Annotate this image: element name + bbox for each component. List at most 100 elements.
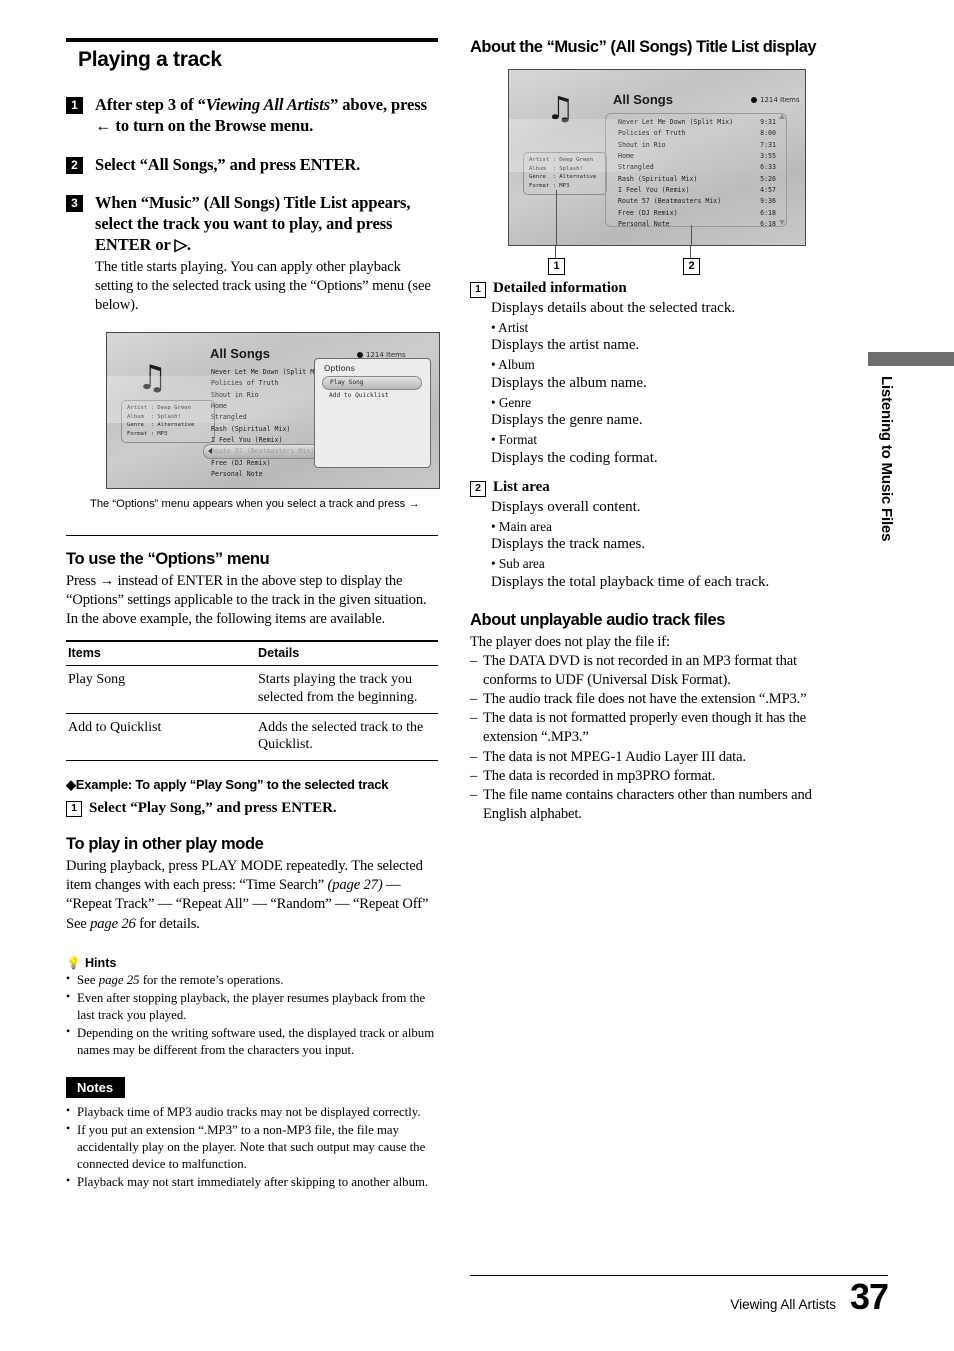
figure2-items-badge: 1214 Items: [751, 96, 800, 104]
legend-line: • Sub area: [491, 556, 545, 572]
list-item[interactable]: Free (DJ Remix) 6:18: [618, 208, 776, 219]
list-item[interactable]: Personal Note: [211, 469, 403, 480]
list-item[interactable]: Personal Note 6:18: [618, 219, 776, 230]
step-1-part-a: After step 3 of “: [95, 95, 206, 114]
callout-leader-2: [691, 225, 692, 245]
callout-leader-1-ext: [555, 246, 556, 258]
play-mode-body: During playback, press PLAY MODE repeate…: [66, 857, 438, 934]
callout-leader-1: [556, 190, 557, 245]
example-step-1: 1 Select “Play Song,” and press ENTER.: [66, 800, 438, 817]
legend-line: • Genre: [491, 394, 532, 410]
figure-all-songs-list: ♫ All Songs 1214 Items Artist : Deep Gre…: [508, 69, 806, 246]
list-item: The data is not MPEG-1 Audio Layer III d…: [470, 748, 848, 767]
list-item: The data is not formatted properly even …: [470, 709, 848, 747]
unplayable-section: About unplayable audio track files The p…: [470, 611, 848, 824]
page-number: 37: [849, 1275, 889, 1317]
figure2-track-list: Never Let Me Down (Split Mix) 9:31 Polici…: [618, 117, 776, 230]
legend-line: Displays the album name.: [491, 374, 647, 391]
legend-line: • Format: [491, 432, 538, 448]
track-name: I Feel You (Remix): [618, 185, 690, 194]
track-name: Policies of Truth: [618, 129, 686, 138]
side-tab-label: Listening to Music Files: [878, 376, 895, 542]
track-name: Rash (Spiritual Mix): [618, 174, 698, 183]
step-1-body: After step 3 of “Viewing All Artists” ab…: [95, 94, 438, 137]
step-2-body: Select “All Songs,” and press ENTER.: [95, 154, 438, 175]
track-time: 6:18: [760, 208, 776, 217]
items-dot-icon: [751, 97, 757, 103]
options-intro-a: Press: [66, 572, 100, 589]
legend-detailed-information: 1 Detailed information Displays details …: [470, 280, 848, 469]
table-row: Play Song Starts playing the track you s…: [66, 665, 438, 714]
title-rule: [66, 38, 438, 42]
right-column: About the “Music” (All Songs) Title List…: [470, 38, 848, 824]
track-name: Home: [618, 151, 634, 160]
figure1-title: All Songs: [210, 346, 270, 362]
legend-1-lines: Displays details about the selected trac…: [491, 299, 848, 469]
track-time: 4:57: [760, 185, 776, 194]
legend-number-2: 2: [470, 480, 486, 497]
play-mode-heading: To play in other play mode: [66, 834, 264, 853]
example-heading: ◆Example: To apply “Play Song” to the se…: [66, 776, 389, 792]
legend-1-head: 1 Detailed information: [470, 280, 848, 298]
list-item[interactable]: Shout in Rio 7:31: [618, 140, 776, 151]
hint-page-ref: page 25: [98, 972, 140, 987]
example-step-number: 1: [66, 800, 82, 817]
notes-list: Playback time of MP3 audio tracks may no…: [66, 1103, 438, 1191]
step-2-text: Select “All Songs,” and press ENTER.: [95, 154, 361, 174]
list-item[interactable]: Strangled 6:33: [618, 162, 776, 173]
list-item: The data is recorded in mp3PRO format.: [470, 767, 848, 786]
footer-row: Viewing All Artists 37: [470, 1275, 889, 1317]
options-menu-intro: Press → instead of ENTER in the above st…: [66, 572, 438, 630]
list-item[interactable]: Policies of Truth 8:00: [618, 128, 776, 139]
list-item: The DATA DVD is not recorded in an MP3 f…: [470, 652, 848, 690]
selection-caret-icon: [208, 448, 212, 455]
music-note-icon: ♫: [546, 89, 575, 127]
options-table: Items Details Play Song Starts playing t…: [66, 640, 438, 761]
track-name: Personal Note: [211, 469, 263, 478]
scroll-up-icon[interactable]: [779, 114, 785, 119]
list-item[interactable]: Home 3:55: [618, 151, 776, 162]
chapter-side-tab: Listening to Music Files: [868, 352, 954, 541]
options-item-add-quicklist[interactable]: Add to Quicklist: [315, 390, 430, 402]
track-time: 9:31: [760, 118, 776, 126]
track-time: 5:26: [760, 174, 776, 183]
legend-line: Displays overall content.: [491, 498, 641, 515]
scroll-down-icon[interactable]: [779, 220, 785, 225]
unplayable-intro: The player does not play the file if:: [470, 633, 670, 650]
section-divider-1: [66, 534, 438, 536]
step-number-2: 2: [66, 156, 83, 174]
legend-2-head: 2 List area: [470, 479, 848, 497]
list-item: The file name contains characters other …: [470, 786, 848, 824]
track-time: 6:33: [760, 163, 776, 172]
notes-badge: Notes: [66, 1076, 126, 1098]
list-item[interactable]: I Feel You (Remix) 4:57: [618, 185, 776, 196]
step-number-3: 3: [66, 194, 83, 212]
list-item[interactable]: Route 57 (Beatmasters Mix) 9:36: [618, 196, 776, 207]
legend-2-lines: Displays overall content. • Main area Di…: [491, 498, 848, 593]
figure-all-songs-options: ♫ All Songs 1214 Items Artist : Deep Gre…: [106, 332, 440, 490]
legend-2-title: List area: [493, 478, 550, 495]
step-3: 3 When “Music” (All Songs) Title List ap…: [66, 192, 438, 315]
hint-b: for the remote’s operations.: [139, 972, 284, 987]
example-step-text: Select “Play Song,” and press ENTER.: [89, 799, 337, 816]
legend-line: • Album: [491, 357, 535, 373]
list-item[interactable]: Rash (Spiritual Mix) 5:26: [618, 174, 776, 185]
options-panel: Options Play Song Add to Quicklist: [314, 358, 431, 469]
list-item: Playback may not start immediately after…: [66, 1173, 438, 1191]
right-arrow-icon: →: [99, 572, 115, 589]
options-menu-heading: To use the “Options” menu: [66, 549, 270, 568]
figure2-callouts: 1 2: [508, 246, 804, 280]
callout-box-1: 1: [548, 258, 565, 275]
options-item-play-song[interactable]: Play Song: [322, 376, 422, 390]
legend-line: • Main area: [491, 518, 552, 534]
step-1-text: After step 3 of “Viewing All Artists” ab…: [95, 94, 438, 137]
list-item: Depending on the writing software used, …: [66, 1024, 438, 1059]
hint-a: See: [77, 972, 99, 987]
unplayable-list: The DATA DVD is not recorded in an MP3 f…: [470, 652, 848, 824]
figure1-caption: The “Options” menu appears when you sele…: [90, 498, 420, 511]
page-title: Playing a track: [78, 48, 222, 71]
step-1-part-c: to turn on the Browse menu.: [111, 116, 314, 136]
step-3-body: When “Music” (All Songs) Title List appe…: [95, 192, 438, 315]
list-item[interactable]: Never Let Me Down (Split Mix) 9:31: [618, 117, 776, 128]
cell-item-name: Add to Quicklist: [66, 713, 256, 761]
